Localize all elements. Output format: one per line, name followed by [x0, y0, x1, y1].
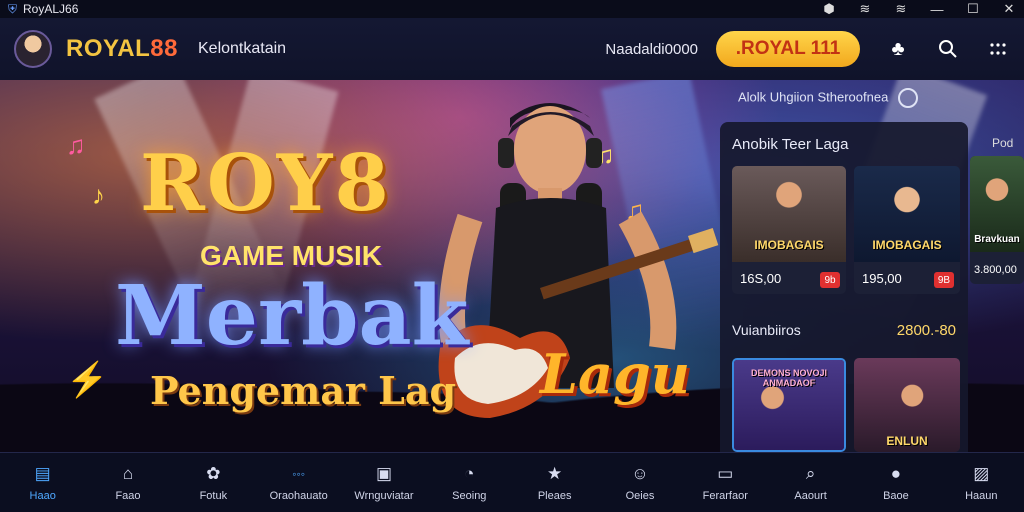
search-icon[interactable] [936, 37, 960, 61]
compass-icon: ◔ [464, 463, 475, 483]
tab-label: Oraohauato [269, 489, 328, 502]
top-header: ROYAL88 Kelontkatain Naadaldi0000 .ROYAL… [0, 18, 1024, 80]
music-note-icon: ♫ [66, 130, 86, 160]
game-card-price: 195,00 [862, 271, 902, 286]
lightning-icon: ⚡ [66, 361, 109, 399]
app-name: RoyALJ66 [23, 2, 79, 16]
wifi-icon: ≋ [895, 1, 907, 16]
maximize-icon[interactable]: ☐ [966, 1, 980, 17]
search-icon: ⌕ [805, 463, 816, 483]
tab-label: Pleaes [537, 489, 572, 502]
star-icon: ★ [547, 463, 563, 483]
balance-display: Naadaldi0000 [605, 40, 698, 58]
panel-header: Alolk Uhgiion Stheroofnea [738, 88, 919, 108]
brand-number: 88 [150, 35, 178, 62]
tab-label: Faao [115, 489, 141, 502]
game-card-badge: 9B [934, 272, 954, 288]
minimize-icon[interactable]: — [930, 2, 944, 17]
image-icon: ▣ [375, 463, 392, 483]
tab-seoing[interactable]: ◔ Seoing [427, 453, 512, 512]
tab-oeies[interactable]: ☺ Oeies [597, 453, 682, 512]
shield-icon: ⬢ [823, 1, 835, 16]
list-icon: ▤ [34, 463, 51, 483]
tab-haao[interactable]: ▤ Haao [0, 453, 85, 512]
tab-label: Baoe [883, 489, 909, 502]
nav-link[interactable]: Kelontkatain [198, 40, 286, 58]
game-card-title: IMOBAGAIS [754, 238, 824, 252]
gamepad-icon: ✿ [206, 463, 221, 483]
game-card-title: ENLUN [886, 434, 928, 448]
user-icon: ● [890, 463, 902, 483]
tab-baoe[interactable]: ● Baoe [853, 453, 938, 512]
panel-header-text: Alolk Uhgiion Stheroofnea [738, 89, 889, 105]
section-row: Vuianbiiros 2800.-80 [732, 322, 956, 339]
tab-haaun[interactable]: ▨ Haaun [939, 453, 1024, 512]
royal-cta-button[interactable]: .ROYAL 111 [716, 31, 860, 67]
status-bar: ⛨ RoyALJ66 ⬢ ≋ ≋ — ☐ ✕ [0, 0, 1024, 18]
code-icon: ◦◦◦ [292, 466, 306, 481]
hero-banner[interactable]: ♫ ♪ ♫ ♫ ⚡ ROY8 GAME MUSIK Merbak Pengema… [0, 80, 1024, 452]
tab-label: Aaourt [794, 489, 827, 502]
hero-title-main: Merbak [115, 268, 469, 364]
chart-icon: ▨ [973, 463, 990, 483]
tab-wrnguviatar[interactable]: ▣ Wrnguviatar [341, 453, 426, 512]
tab-oraohauato[interactable]: ◦◦◦ Oraohauato [256, 453, 341, 512]
clock-icon[interactable] [898, 88, 919, 108]
tab-label: Ferarfaor [702, 489, 748, 502]
close-icon[interactable]: ✕ [1002, 1, 1016, 17]
avatar[interactable] [14, 30, 52, 68]
app-shield-icon: ⛨ [8, 1, 18, 16]
home-icon: ⌂ [122, 463, 134, 483]
document-icon: ▭ [717, 463, 734, 483]
tab-fotuk[interactable]: ✿ Fotuk [171, 453, 256, 512]
game-card-badge: 9b [820, 272, 840, 288]
tab-pleaes[interactable]: ★ Pleaes [512, 453, 597, 512]
game-card-title: IMOBAGAIS [872, 238, 942, 252]
wifi-icon: ≋ [859, 1, 871, 16]
brand-logo[interactable]: ROYAL88 [66, 35, 178, 63]
people-icon: ☺ [631, 463, 649, 483]
bottom-tab-bar: ▤ Haao ⌂ Faao ✿ Fotuk ◦◦◦ Oraohauato ▣ Wrnguv… [0, 452, 1024, 512]
game-card[interactable]: IMOBAGAIS 16S,00 9b [732, 166, 846, 294]
hero-tagline-lagu: Lagu [540, 342, 690, 406]
tab-label: Fotuk [199, 489, 228, 502]
tab-faao[interactable]: ⌂ Faao [85, 453, 170, 512]
tab-label: Wrnguviatar [354, 489, 414, 502]
hero-title-brand: ROY8 [140, 138, 391, 229]
side-column: Pod Bravkuan 3.800,00 [970, 122, 1024, 452]
tab-label: Haaun [965, 489, 998, 502]
game-card-price: 16S,00 [740, 271, 782, 286]
music-note-icon: ♪ [92, 180, 105, 210]
panel-title: Anobik Teer Laga [732, 136, 849, 153]
game-card[interactable]: Bravkuan 3.800,00 [970, 156, 1024, 284]
game-card[interactable]: ENLUN [854, 358, 960, 452]
tab-ferarfaor[interactable]: ▭ Ferarfaor [683, 453, 768, 512]
game-card-title: Bravkuan [974, 234, 1020, 245]
section-amount: 2800.-80 [896, 322, 956, 339]
section-label: Vuianbiiros [732, 322, 801, 338]
featured-panel: Anobik Teer Laga IMOBAGAIS 16S,00 9b IMO… [720, 122, 968, 452]
tab-label: Oeies [625, 489, 655, 502]
tab-label: Haao [29, 489, 56, 502]
game-card-price: 3.800,00 [974, 264, 1017, 276]
game-card[interactable]: IMOBAGAIS 195,00 9B [854, 166, 960, 294]
game-card-title: DEMONS NOVOJI ANMADAOF [750, 368, 827, 388]
tab-aaourt[interactable]: ⌕ Aaourt [768, 453, 853, 512]
side-column-title: Pod [992, 136, 1014, 150]
clover-icon[interactable]: ♣ [886, 37, 910, 61]
grid-icon[interactable] [986, 37, 1010, 61]
tab-label: Seoing [452, 489, 487, 502]
hero-tagline: Pengemar Lag [150, 368, 457, 413]
brand-text: ROYAL [66, 35, 151, 62]
game-card[interactable]: DEMONS NOVOJI ANMADAOF [732, 358, 846, 452]
